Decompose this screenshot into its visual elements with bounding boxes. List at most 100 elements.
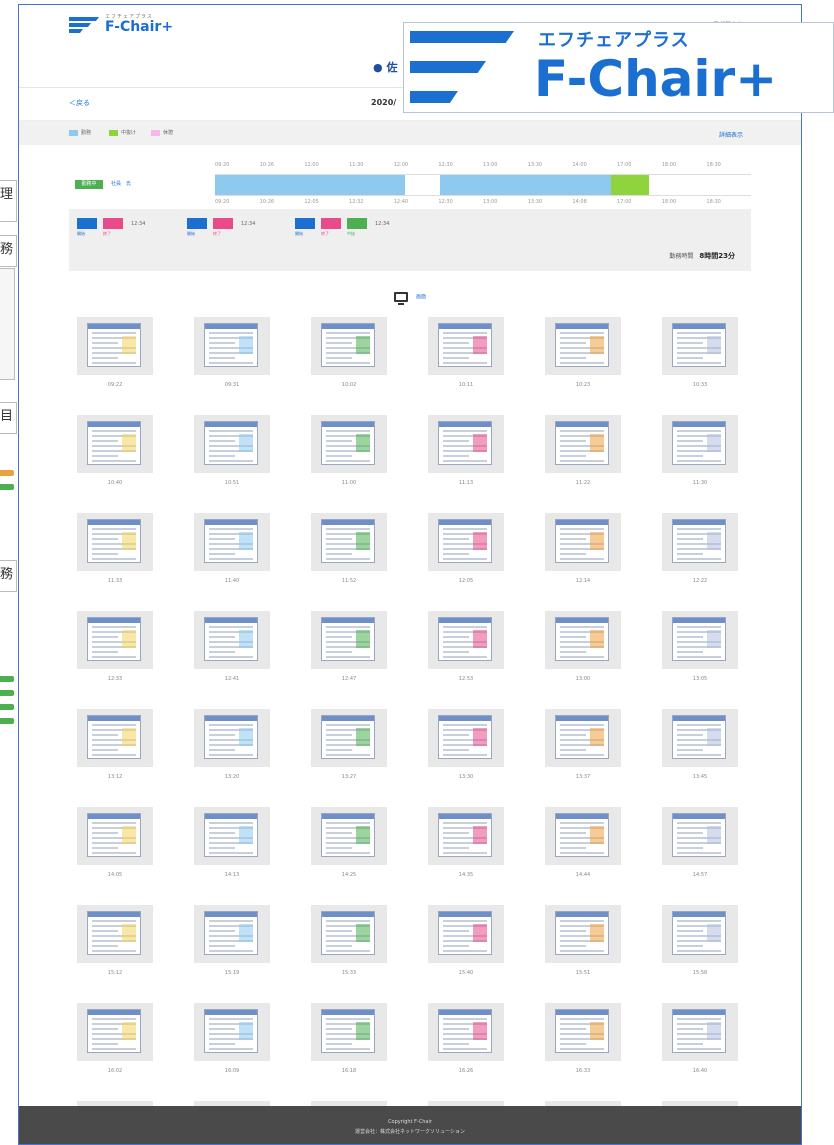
screenshot-thumbnail[interactable]: 12:47 bbox=[311, 611, 387, 683]
employee-name[interactable]: 社員 氏 bbox=[111, 180, 136, 187]
timeline-tick: 11:30 bbox=[349, 162, 364, 168]
back-link[interactable]: ＜戻る bbox=[69, 98, 90, 108]
screenshot-thumbnail[interactable]: 13:27 bbox=[311, 709, 387, 781]
screenshot-thumbnail[interactable]: 10:33 bbox=[662, 317, 738, 389]
thumbnail-time: 12:33 bbox=[107, 676, 123, 682]
thumbnail-window bbox=[438, 1009, 492, 1053]
screenshot-thumbnail[interactable]: 09:31 bbox=[194, 317, 270, 389]
logo[interactable]: エフチェアプラス F-Chair+ bbox=[69, 14, 173, 35]
timeline-tick: 13:00 bbox=[483, 199, 498, 205]
thumbnail-image bbox=[428, 611, 504, 669]
screenshot-thumbnail[interactable]: 13:05 bbox=[662, 611, 738, 683]
screenshot-thumbnail[interactable]: 10:02 bbox=[311, 317, 387, 389]
session-event[interactable]: 終了 bbox=[321, 218, 341, 237]
screenshot-thumbnail[interactable]: 12:22 bbox=[662, 513, 738, 585]
timeline-tick: 13:00 bbox=[483, 162, 498, 168]
thumbnail-window bbox=[672, 617, 726, 661]
screenshot-thumbnail[interactable]: 12:41 bbox=[194, 611, 270, 683]
screenshot-thumbnail[interactable]: 14:35 bbox=[428, 807, 504, 879]
thumbnail-image bbox=[194, 611, 270, 669]
session-time: 12:34 bbox=[241, 221, 256, 227]
session-event[interactable]: 開始 bbox=[187, 218, 207, 237]
timeline-segment[interactable] bbox=[440, 175, 611, 195]
app-window: エフチェアプラス F-Chair+ ● 佐 ログアウト ＜戻る 2020/ 勤務… bbox=[18, 4, 802, 1145]
screenshot-thumbnail[interactable]: 13:20 bbox=[194, 709, 270, 781]
thumbnail-window bbox=[87, 421, 141, 465]
thumbnail-window bbox=[438, 617, 492, 661]
screenshot-thumbnail[interactable]: 11:30 bbox=[662, 415, 738, 487]
side-fragment-panel bbox=[0, 268, 15, 380]
screenshot-thumbnail[interactable]: 13:45 bbox=[662, 709, 738, 781]
timeline-tick: 12:30 bbox=[438, 199, 453, 205]
user-name[interactable]: ● 佐 bbox=[373, 59, 397, 75]
screenshot-thumbnail[interactable]: 12:05 bbox=[428, 513, 504, 585]
session-event[interactable]: 終了 bbox=[213, 218, 233, 237]
timeline-segment[interactable] bbox=[610, 175, 650, 195]
session-event[interactable]: 中抜 bbox=[347, 218, 367, 237]
screenshot-thumbnail[interactable]: 13:37 bbox=[545, 709, 621, 781]
screenshot-thumbnail[interactable]: 15:12 bbox=[77, 905, 153, 977]
session-event[interactable]: 終了 bbox=[103, 218, 123, 237]
thumbnail-window bbox=[204, 1009, 258, 1053]
thumbnail-window bbox=[321, 715, 375, 759]
thumbnail-image bbox=[428, 709, 504, 767]
detail-link[interactable]: 詳細表示 bbox=[719, 130, 743, 139]
screenshot-thumbnail[interactable]: 16:33 bbox=[545, 1003, 621, 1075]
screenshot-thumbnail[interactable]: 12:14 bbox=[545, 513, 621, 585]
screenshot-thumbnail[interactable]: 12:33 bbox=[77, 611, 153, 683]
session-event[interactable]: 開始 bbox=[295, 218, 315, 237]
screenshot-thumbnail[interactable]: 16:40 bbox=[662, 1003, 738, 1075]
screenshot-thumbnail[interactable]: 16:09 bbox=[194, 1003, 270, 1075]
screenshot-thumbnail[interactable]: 15:33 bbox=[311, 905, 387, 977]
screenshot-thumbnail[interactable]: 11:00 bbox=[311, 415, 387, 487]
logo-stripes-icon bbox=[69, 17, 99, 33]
screenshot-thumbnail[interactable]: 12:53 bbox=[428, 611, 504, 683]
screenshot-thumbnail[interactable]: 11:40 bbox=[194, 513, 270, 585]
thumbnail-time: 14:05 bbox=[107, 872, 123, 878]
screenshot-thumbnail[interactable]: 13:00 bbox=[545, 611, 621, 683]
screenshot-thumbnail[interactable]: 14:57 bbox=[662, 807, 738, 879]
thumbnail-window bbox=[87, 911, 141, 955]
thumbnail-window bbox=[321, 421, 375, 465]
screenshot-thumbnail[interactable]: 10:51 bbox=[194, 415, 270, 487]
thumbnail-time: 12:05 bbox=[458, 578, 474, 584]
thumbnail-image bbox=[662, 317, 738, 375]
thumbnail-window bbox=[321, 911, 375, 955]
screenshot-thumbnail[interactable]: 16:18 bbox=[311, 1003, 387, 1075]
thumbnail-time: 11:13 bbox=[458, 480, 474, 486]
thumbnail-time: 16:40 bbox=[692, 1068, 708, 1074]
screenshot-thumbnail[interactable]: 16:26 bbox=[428, 1003, 504, 1075]
timeline-tick: 18:30 bbox=[706, 162, 721, 168]
thumbnail-window bbox=[555, 813, 609, 857]
screenshot-thumbnail[interactable]: 15:40 bbox=[428, 905, 504, 977]
thumbnail-time: 15:19 bbox=[224, 970, 240, 976]
screenshot-thumbnail[interactable]: 10:11 bbox=[428, 317, 504, 389]
screenshot-thumbnail[interactable]: 14:25 bbox=[311, 807, 387, 879]
screenshot-thumbnail[interactable]: 13:12 bbox=[77, 709, 153, 781]
thumbnail-window bbox=[672, 421, 726, 465]
thumbnail-image bbox=[662, 611, 738, 669]
screenshot-thumbnail[interactable]: 14:13 bbox=[194, 807, 270, 879]
thumbnail-image bbox=[77, 905, 153, 963]
timeline-segment[interactable] bbox=[215, 175, 406, 195]
screenshot-thumbnail[interactable]: 11:52 bbox=[311, 513, 387, 585]
screenshot-thumbnail[interactable]: 09:22 bbox=[77, 317, 153, 389]
thumbnail-window bbox=[672, 519, 726, 563]
screenshot-thumbnail[interactable]: 16:02 bbox=[77, 1003, 153, 1075]
screenshot-thumbnail[interactable]: 11:33 bbox=[77, 513, 153, 585]
screenshot-thumbnail[interactable]: 14:05 bbox=[77, 807, 153, 879]
side-bar bbox=[0, 690, 14, 696]
screenshot-thumbnail[interactable]: 15:19 bbox=[194, 905, 270, 977]
screenshot-thumbnail[interactable]: 11:13 bbox=[428, 415, 504, 487]
screenshot-thumbnail[interactable]: 10:40 bbox=[77, 415, 153, 487]
screenshot-thumbnail[interactable]: 15:51 bbox=[545, 905, 621, 977]
screenshot-thumbnail[interactable]: 10:23 bbox=[545, 317, 621, 389]
screenshot-thumbnail[interactable]: 11:22 bbox=[545, 415, 621, 487]
screenshot-thumbnail[interactable]: 13:30 bbox=[428, 709, 504, 781]
screenshot-thumbnail[interactable]: 14:44 bbox=[545, 807, 621, 879]
session-event[interactable]: 開始 bbox=[77, 218, 97, 237]
event-label: 開始 bbox=[77, 231, 85, 236]
thumbnail-image bbox=[194, 317, 270, 375]
screenshot-thumbnail[interactable]: 15:58 bbox=[662, 905, 738, 977]
thumbnail-time: 10:23 bbox=[575, 382, 591, 388]
